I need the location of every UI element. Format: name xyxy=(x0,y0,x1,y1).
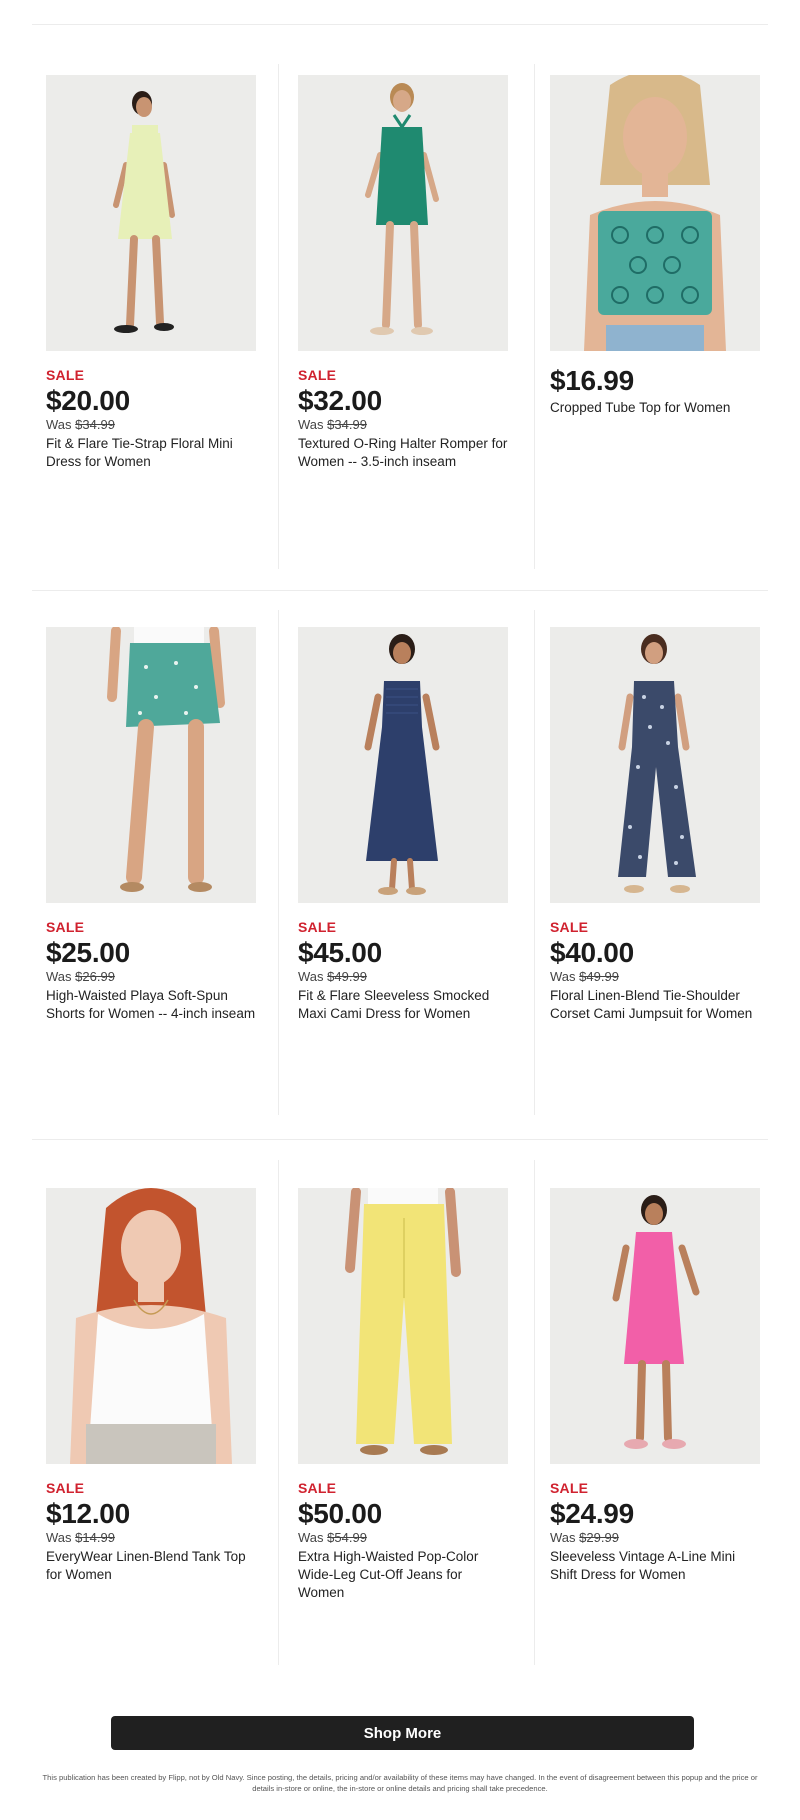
sale-flag: SALE xyxy=(46,1480,85,1496)
product-title[interactable]: Floral Linen-Blend Tie-Shoulder Corset C… xyxy=(550,987,760,1023)
product-image[interactable] xyxy=(298,75,508,351)
sale-flag: SALE xyxy=(298,919,337,935)
product-image[interactable] xyxy=(46,627,256,903)
sale-price: $25.00 xyxy=(46,937,130,968)
shop-more-button[interactable]: Shop More xyxy=(111,1716,694,1750)
sale-flag: SALE xyxy=(550,1480,589,1496)
product-title[interactable]: EveryWear Linen-Blend Tank Top for Women xyxy=(46,1548,256,1584)
product-title[interactable]: Sleeveless Vintage A-Line Mini Shift Dre… xyxy=(550,1548,760,1584)
product-card[interactable]: SALE $45.00 Was $49.99 Fit & Flare Sleev… xyxy=(298,627,508,1023)
product-title[interactable]: Textured O-Ring Halter Romper for Women … xyxy=(298,435,508,471)
was-price: Was $14.99 xyxy=(46,1530,115,1545)
was-price: Was $49.99 xyxy=(550,969,619,984)
product-image[interactable] xyxy=(550,627,760,903)
product-title[interactable]: High-Waisted Playa Soft-Spun Shorts for … xyxy=(46,987,256,1023)
product-card[interactable]: $16.99 Cropped Tube Top for Women xyxy=(550,75,760,417)
column-divider xyxy=(278,64,279,569)
sale-flag: SALE xyxy=(298,367,337,383)
sale-flag: SALE xyxy=(46,367,85,383)
product-image[interactable] xyxy=(550,1188,760,1464)
sale-price: $32.00 xyxy=(298,385,382,416)
column-divider xyxy=(534,610,535,1115)
column-divider xyxy=(534,1160,535,1665)
product-image[interactable] xyxy=(298,627,508,903)
product-card[interactable]: SALE $40.00 Was $49.99 Floral Linen-Blen… xyxy=(550,627,760,1023)
sale-price: $12.00 xyxy=(46,1498,130,1529)
was-price: Was $54.99 xyxy=(298,1530,367,1545)
row-divider xyxy=(32,590,768,591)
sale-price: $24.99 xyxy=(550,1498,634,1529)
was-price: Was $34.99 xyxy=(46,417,115,432)
column-divider xyxy=(278,1160,279,1665)
sale-price: $45.00 xyxy=(298,937,382,968)
was-price: Was $29.99 xyxy=(550,1530,619,1545)
product-image[interactable] xyxy=(298,1188,508,1464)
sale-flag: SALE xyxy=(550,919,589,935)
price: $16.99 xyxy=(550,365,634,396)
product-card[interactable]: SALE $25.00 Was $26.99 High-Waisted Play… xyxy=(46,627,256,1023)
product-image[interactable] xyxy=(46,75,256,351)
product-card[interactable]: SALE $24.99 Was $29.99 Sleeveless Vintag… xyxy=(550,1188,760,1584)
product-image[interactable] xyxy=(46,1188,256,1464)
was-price: Was $49.99 xyxy=(298,969,367,984)
product-title[interactable]: Fit & Flare Sleeveless Smocked Maxi Cami… xyxy=(298,987,508,1023)
sale-price: $50.00 xyxy=(298,1498,382,1529)
row-divider xyxy=(32,1139,768,1140)
top-divider xyxy=(32,24,768,25)
sale-flag: SALE xyxy=(298,1480,337,1496)
sale-flag: SALE xyxy=(46,919,85,935)
sale-price: $20.00 xyxy=(46,385,130,416)
disclaimer: This publication has been created by Fli… xyxy=(42,1773,758,1793)
product-card[interactable]: SALE $32.00 Was $34.99 Textured O-Ring H… xyxy=(298,75,508,471)
product-card[interactable]: SALE $12.00 Was $14.99 EveryWear Linen-B… xyxy=(46,1188,256,1584)
product-card[interactable]: SALE $20.00 Was $34.99 Fit & Flare Tie-S… xyxy=(46,75,256,471)
sale-price: $40.00 xyxy=(550,937,634,968)
product-card[interactable]: SALE $50.00 Was $54.99 Extra High-Waiste… xyxy=(298,1188,508,1602)
product-image[interactable] xyxy=(550,75,760,351)
product-title[interactable]: Extra High-Waisted Pop-Color Wide-Leg Cu… xyxy=(298,1548,508,1602)
was-price: Was $26.99 xyxy=(46,969,115,984)
product-title[interactable]: Cropped Tube Top for Women xyxy=(550,399,760,417)
was-price: Was $34.99 xyxy=(298,417,367,432)
product-title[interactable]: Fit & Flare Tie-Strap Floral Mini Dress … xyxy=(46,435,256,471)
column-divider xyxy=(534,64,535,569)
column-divider xyxy=(278,610,279,1115)
